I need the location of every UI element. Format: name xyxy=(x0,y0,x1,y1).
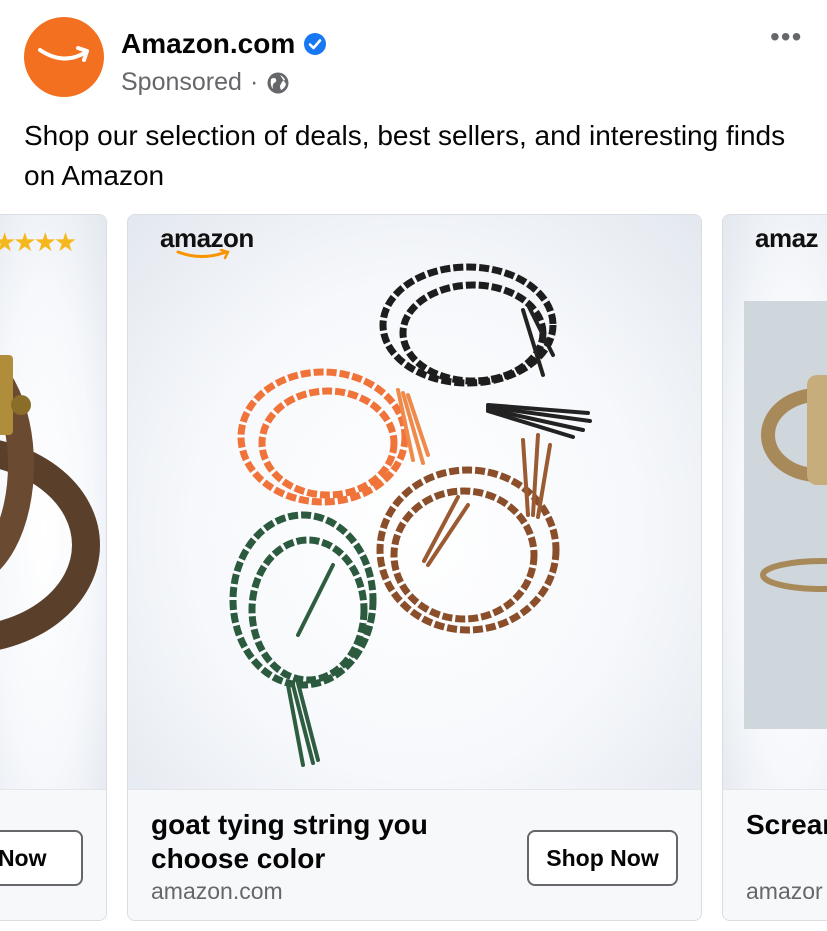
globe-icon xyxy=(267,72,289,93)
shop-now-button[interactable]: p Now xyxy=(0,830,83,886)
product-image: ★★★★ xyxy=(0,215,106,789)
meta-separator: · xyxy=(249,68,259,96)
leather-collar-image xyxy=(0,355,100,650)
carousel-card[interactable]: amazon goat tying string you choose colo… xyxy=(127,214,702,921)
verified-badge-icon xyxy=(304,33,327,55)
carousel-card[interactable]: ★★★★ p Now xyxy=(0,214,107,921)
amazon-smile-logo-icon xyxy=(38,46,89,62)
card-footer: p Now xyxy=(0,789,106,920)
page-name[interactable]: Amazon.com xyxy=(121,28,295,60)
shop-now-button[interactable]: Shop Now xyxy=(527,830,678,886)
product-image: amazon xyxy=(128,215,701,789)
card-domain: amazon.com xyxy=(151,878,283,904)
product-photo-image xyxy=(744,301,827,729)
post-header: Amazon.com Sponsored · ••• xyxy=(0,0,827,110)
more-options-icon[interactable]: ••• xyxy=(770,23,802,51)
card-title: Screar Whistl xyxy=(746,809,827,840)
card-footer: goat tying string you choose color amazo… xyxy=(128,789,701,920)
post-meta: Sponsored · xyxy=(121,68,290,97)
card-domain: amazor xyxy=(746,878,823,904)
card-footer: Screar Whistl amazor xyxy=(723,789,827,920)
carousel-card[interactable]: amaz Screar Whistl amazor xyxy=(722,214,827,921)
braided-strings-image xyxy=(229,263,592,767)
card-title: goat tying string you choose color xyxy=(151,809,428,874)
post-caption: Shop our selection of deals, best seller… xyxy=(24,120,786,191)
sponsored-label[interactable]: Sponsored xyxy=(121,68,242,97)
page-avatar[interactable] xyxy=(24,17,104,97)
page-name-row: Amazon.com xyxy=(121,28,327,60)
product-image: amaz xyxy=(723,215,827,789)
